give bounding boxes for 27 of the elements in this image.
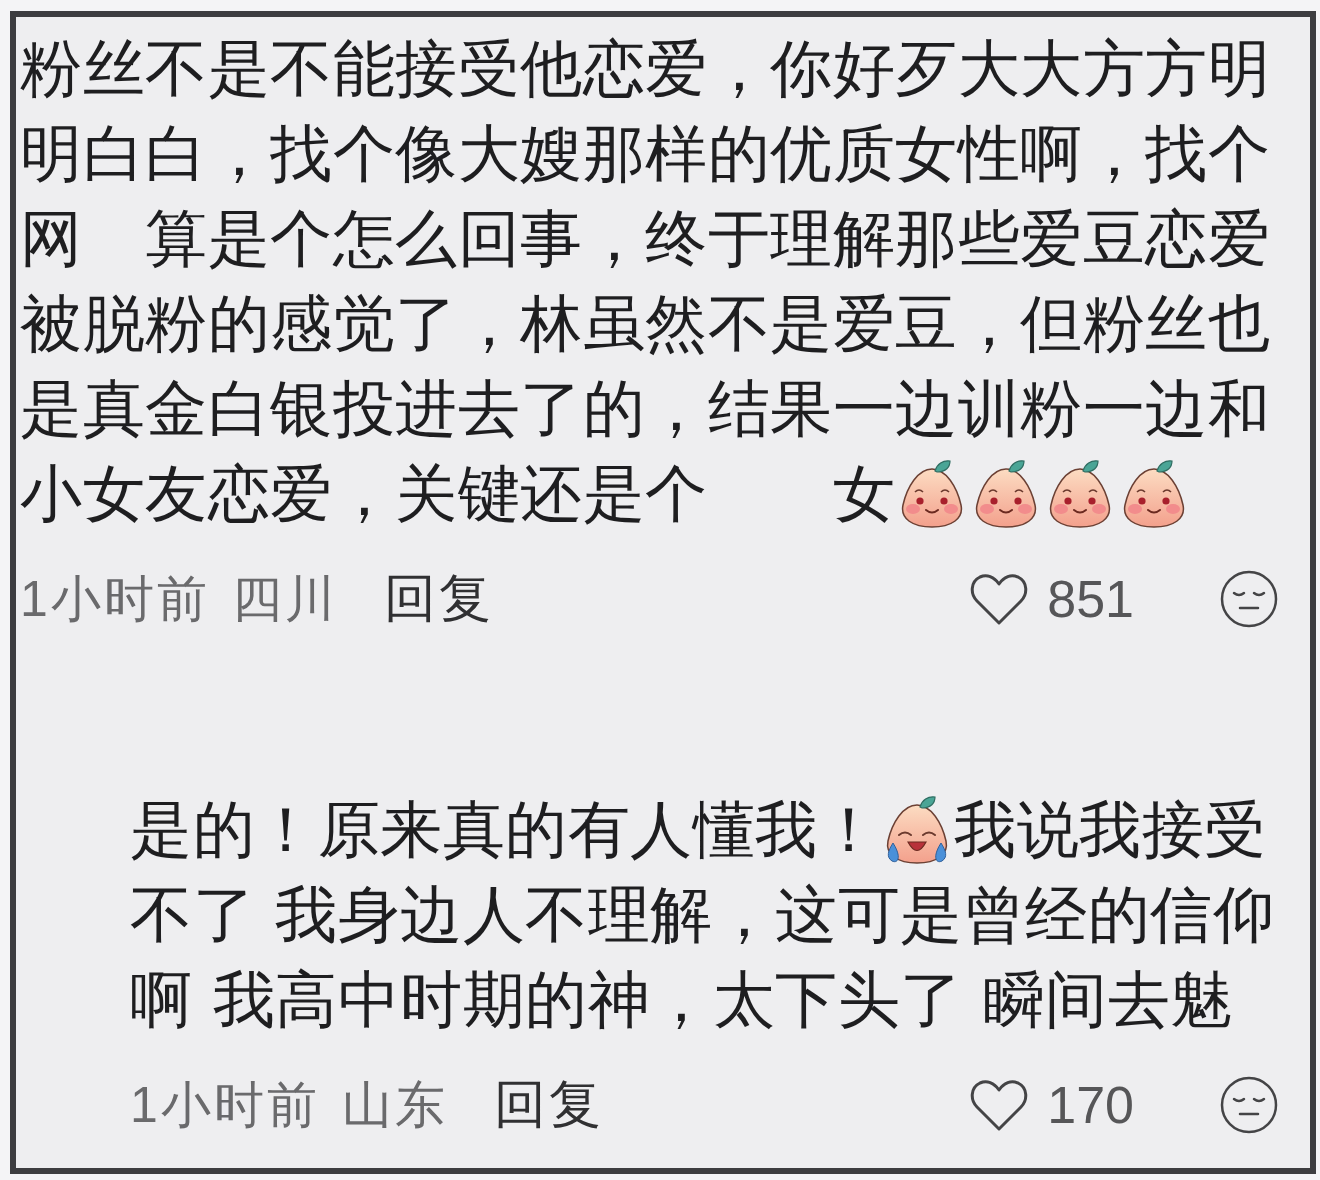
comment-location: 山东 (341, 1075, 448, 1135)
smiling-face-emoji-icon (1121, 458, 1187, 529)
smiling-face-emoji-icon (1047, 458, 1113, 529)
crying-face-emoji-icon (884, 794, 950, 865)
heart-icon (969, 572, 1030, 626)
comment-time: 1小时前 (130, 1075, 320, 1135)
comment-text: 不了 我身边人不理解，这可是曾经的信仰 (130, 877, 1276, 953)
comment-text: 是的！原来真的有人懂我！ (130, 792, 880, 868)
comment-text: 网 算是个怎么回事，终于理解那些爱豆恋爱 (20, 201, 1270, 277)
smiling-face-emoji-icon (899, 458, 965, 529)
comment-text: 是真金白银投进去了的，结果一边训粉一边和 (20, 371, 1270, 447)
comment-text: 被脱粉的感觉了，林虽然不是爱豆，但粉丝也 (20, 286, 1270, 362)
heart-icon (969, 1078, 1030, 1132)
expressionless-face-icon[interactable] (1220, 570, 1278, 628)
smiling-face-emoji-icon (973, 458, 1039, 529)
like-button[interactable]: 170 (969, 1075, 1134, 1135)
comment-text: 啊 我高中时期的神，太下头了 瞬间去魅 (130, 962, 1233, 1038)
comment-time: 1小时前 (20, 569, 210, 629)
comment-text: 粉丝不是不能接受他恋爱，你好歹大大方方明 (20, 31, 1270, 107)
expressionless-face-icon[interactable] (1220, 1076, 1278, 1134)
like-button[interactable]: 851 (969, 569, 1134, 629)
comment-text: 我说我接受 (954, 792, 1267, 868)
comment-location: 四川 (231, 569, 338, 629)
reply-button[interactable]: 回复 (383, 564, 494, 634)
reply-button[interactable]: 回复 (493, 1070, 604, 1140)
comment-text: 小女友恋爱，关键还是个 女 (20, 456, 895, 532)
comment-text: 明白白，找个像大嫂那样的优质女性啊，找个 (20, 116, 1270, 192)
